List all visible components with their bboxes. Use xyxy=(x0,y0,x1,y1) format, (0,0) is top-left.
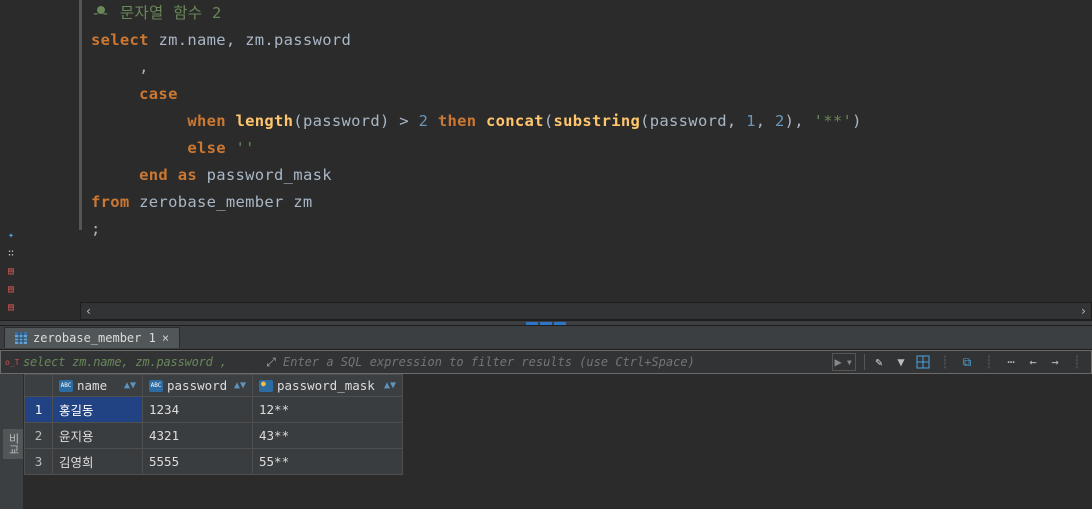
results-pane: zerobase_member 1 × o_T select zm.name, … xyxy=(0,326,1092,509)
row-number[interactable]: 2 xyxy=(25,423,53,449)
play-icon: ▶ xyxy=(833,355,844,369)
results-tab-label: zerobase_member 1 xyxy=(33,331,156,345)
cell-name[interactable]: 윤지용 xyxy=(53,423,143,449)
next-page-icon[interactable]: → xyxy=(1047,354,1063,370)
text-column-icon xyxy=(59,380,73,392)
sort-icon[interactable]: ▲▼ xyxy=(384,383,396,389)
scroll-right-icon[interactable]: › xyxy=(1080,304,1087,318)
cell-name[interactable]: 홍길동 xyxy=(53,397,143,423)
code-editor[interactable]: -- 문자열 함수 2 select zm.name, zm.password … xyxy=(55,0,1092,300)
filter-icon[interactable]: ▼ xyxy=(893,354,909,370)
sql-echo-text: select zm.name, zm.password , xyxy=(23,355,263,369)
cell-password[interactable]: 4321 xyxy=(143,423,253,449)
separator: ┊ xyxy=(937,354,953,370)
separator: ┊ xyxy=(1069,354,1085,370)
row-number[interactable]: 1 xyxy=(25,397,53,423)
link-icon[interactable]: ⧉ xyxy=(959,354,975,370)
results-filterbar: o_T select zm.name, zm.password , ⤢ ▶ ▾ … xyxy=(0,350,1092,374)
side-tab-compare[interactable]: 비교 xyxy=(3,429,23,459)
pencil-icon[interactable]: ✎ xyxy=(871,354,887,370)
text-column-icon xyxy=(149,380,163,392)
cell-name[interactable]: 김영희 xyxy=(53,449,143,475)
gutter-icon-file3[interactable]: ▤ xyxy=(3,302,19,318)
filter-input[interactable] xyxy=(279,355,828,369)
column-label: name xyxy=(77,378,107,393)
results-toolbar: ✎ ▼ ┊ ⧉ ┊ ⋯ ← → ┊ xyxy=(864,354,1091,370)
table-row[interactable]: 2 윤지용 4321 43** xyxy=(25,423,403,449)
expand-icon[interactable]: ⤢ xyxy=(263,355,279,370)
results-side-tabs: 비교 표시 xyxy=(0,374,24,509)
cell-mask[interactable]: 55** xyxy=(253,449,403,475)
column-label: password xyxy=(167,378,227,393)
results-tab[interactable]: zerobase_member 1 × xyxy=(4,327,180,348)
editor-horizontal-scrollbar[interactable]: ‹ › xyxy=(80,302,1092,320)
cell-password[interactable]: 1234 xyxy=(143,397,253,423)
svg-text:o_T: o_T xyxy=(5,358,19,367)
results-table[interactable]: name ▲▼ password ▲▼ password_mask ▲▼ 1 홍길동 … xyxy=(24,374,403,475)
column-header-password[interactable]: password ▲▼ xyxy=(143,375,253,397)
results-grid-area: name ▲▼ password ▲▼ password_mask ▲▼ 1 홍길동 … xyxy=(24,374,1092,509)
table-row[interactable]: 3 김영희 5555 55** xyxy=(25,449,403,475)
sort-icon[interactable]: ▲▼ xyxy=(124,383,136,389)
results-tabbar: zerobase_member 1 × xyxy=(0,326,1092,350)
gutter-icon-file2[interactable]: ▤ xyxy=(3,284,19,300)
run-filter-button[interactable]: ▶ ▾ xyxy=(832,353,856,371)
gutter-icon-dots[interactable]: ∷ xyxy=(3,248,19,264)
code-text: -- 문자열 함수 2 select zm.name, zm.password … xyxy=(91,0,1092,243)
close-icon[interactable]: × xyxy=(162,331,169,345)
column-header-name[interactable]: name ▲▼ xyxy=(53,375,143,397)
table-row[interactable]: 1 홍길동 1234 12** xyxy=(25,397,403,423)
expr-column-icon xyxy=(259,380,273,392)
cell-mask[interactable]: 43** xyxy=(253,423,403,449)
column-header-password-mask[interactable]: password_mask ▲▼ xyxy=(253,375,403,397)
editor-gutter: ✦ ∷ ▤ ▤ ▤ xyxy=(0,0,25,320)
separator: ┊ xyxy=(981,354,997,370)
column-label: password_mask xyxy=(277,378,375,393)
cell-password[interactable]: 5555 xyxy=(143,449,253,475)
gutter-icon-file1[interactable]: ▤ xyxy=(3,266,19,282)
editor-pane: ✦ ∷ ▤ ▤ ▤ -- 문자열 함수 2 select zm.name, zm… xyxy=(0,0,1092,320)
indent-guide xyxy=(79,0,82,230)
grid-empty-space xyxy=(24,494,1092,509)
table-icon xyxy=(15,332,27,344)
cell-mask[interactable]: 12** xyxy=(253,397,403,423)
more-icon[interactable]: ⋯ xyxy=(1003,354,1019,370)
dropdown-icon: ▾ xyxy=(844,355,855,369)
row-number[interactable]: 3 xyxy=(25,449,53,475)
sql-query-icon[interactable]: o_T xyxy=(1,356,23,368)
sort-icon[interactable]: ▲▼ xyxy=(234,383,246,389)
gutter-icon-star[interactable]: ✦ xyxy=(3,230,19,246)
rownum-header[interactable] xyxy=(25,375,53,397)
scroll-left-icon[interactable]: ‹ xyxy=(85,304,92,318)
grid-options-icon[interactable] xyxy=(915,354,931,370)
prev-page-icon[interactable]: ← xyxy=(1025,354,1041,370)
